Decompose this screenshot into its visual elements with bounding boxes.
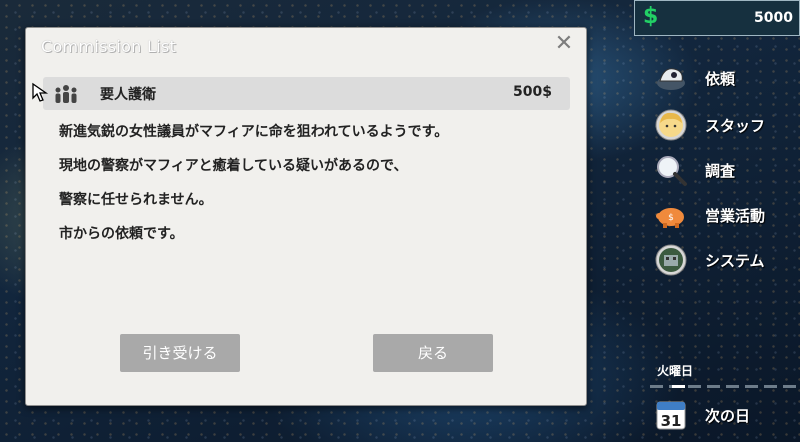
menu-item-investigate[interactable]: 調査 xyxy=(654,153,800,187)
menu-label: 調査 xyxy=(705,162,736,180)
commission-icon xyxy=(657,68,685,90)
close-icon: ✕ xyxy=(554,31,574,56)
description-line: 現地の警察がマフィアと癒着している疑いがあるので、 xyxy=(59,158,408,174)
system-icon xyxy=(655,244,687,276)
svg-text:$: $ xyxy=(668,213,674,223)
commission-price: 500$ xyxy=(513,84,552,100)
commission-description: 新進気鋭の女性議員がマフィアに命を狙われているようです。 現地の警察がマフィアと… xyxy=(59,120,559,256)
piggy-bank-icon: $ xyxy=(656,208,684,228)
calendar-icon: 31 xyxy=(656,401,686,430)
menu-item-system[interactable]: システム xyxy=(654,243,800,277)
menu-label: システム xyxy=(705,252,765,270)
weekday-label: 火曜日 xyxy=(657,364,694,378)
staff-avatar-icon xyxy=(655,109,687,141)
description-line: 新進気鋭の女性議員がマフィアに命を狙われているようです。 xyxy=(59,124,449,140)
close-button[interactable]: ✕ xyxy=(552,32,576,56)
mouse-cursor-icon xyxy=(32,82,49,102)
commission-dialog: Commission List ✕ 要人護衛 500$ 新進気鋭の女性議員がマフ… xyxy=(25,27,587,406)
magnifier-icon xyxy=(657,156,687,186)
day-progress-track xyxy=(650,385,800,388)
menu-item-commission[interactable]: 依頼 xyxy=(654,61,800,95)
description-line: 警察に任せられません。 xyxy=(59,192,213,208)
money-display: $ 5000 xyxy=(634,0,800,36)
menu-item-sales[interactable]: $ 営業活動 xyxy=(654,198,800,232)
dialog-header: Commission List ✕ xyxy=(26,28,586,64)
menu-label: 次の日 xyxy=(705,407,751,425)
description-line: 市からの依頼です。 xyxy=(59,226,184,242)
accept-button[interactable]: 引き受ける xyxy=(120,334,240,372)
money-value: 5000 xyxy=(754,10,793,26)
commission-list-item[interactable]: 要人護衛 500$ xyxy=(43,77,570,110)
back-button[interactable]: 戻る xyxy=(373,334,493,372)
menu-label: 依頼 xyxy=(705,70,736,88)
menu-item-staff[interactable]: スタッフ xyxy=(654,108,800,142)
commission-name: 要人護衛 xyxy=(100,87,156,103)
menu-label: スタッフ xyxy=(705,117,766,135)
calendar-day-number: 31 xyxy=(661,412,682,430)
menu-label: 営業活動 xyxy=(705,207,766,225)
people-icon xyxy=(55,85,77,103)
dollar-icon: $ xyxy=(643,4,659,29)
dialog-title: Commission List xyxy=(41,37,177,56)
next-day-button[interactable]: 31 次の日 xyxy=(654,398,800,432)
